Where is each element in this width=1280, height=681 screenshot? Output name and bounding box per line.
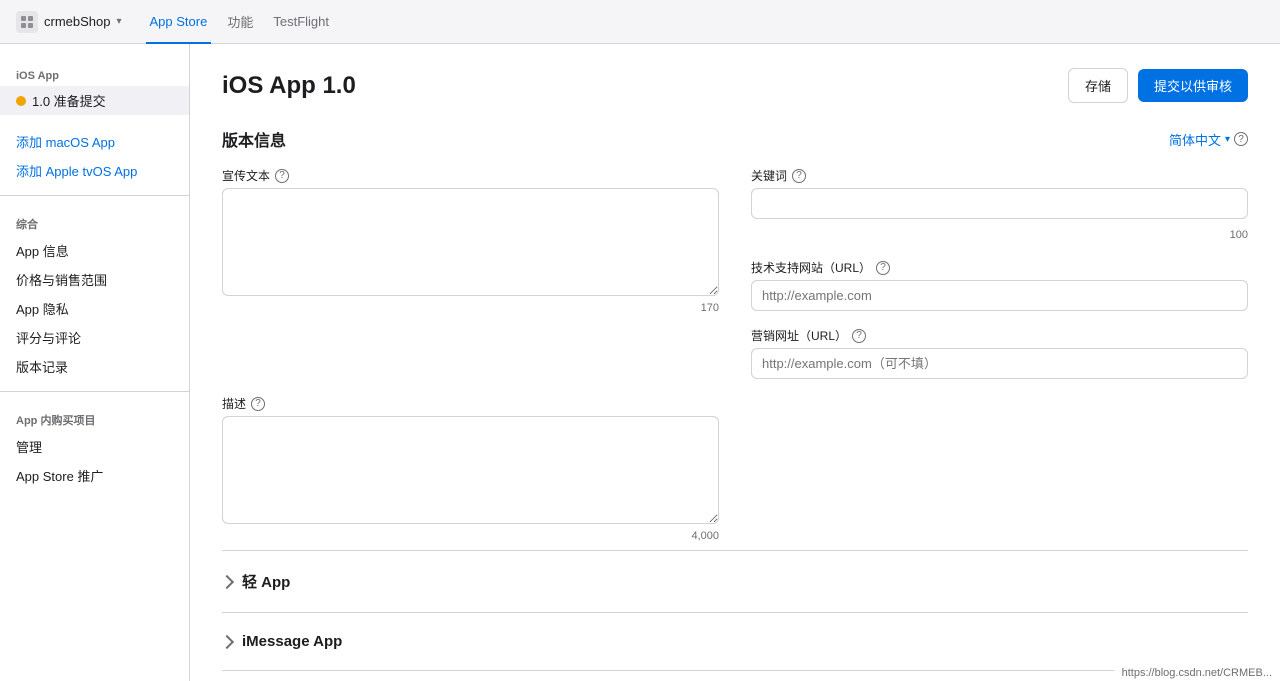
version-info-title: 版本信息	[222, 127, 286, 151]
iap-section-title: App 内购买项目	[0, 402, 189, 432]
add-tvos-link[interactable]: 添加 Apple tvOS App	[0, 156, 189, 185]
imessage-app-label: iMessage App	[242, 633, 342, 650]
collapsible-light-app: 轻 App	[222, 550, 1248, 612]
keywords-input[interactable]	[751, 188, 1248, 219]
version-form: 宣传文本 ? 170 关键词 ? 100	[222, 167, 1248, 542]
layout: iOS App 1.0 准备提交 添加 macOS App 添加 Apple t…	[0, 44, 1280, 681]
version-help-icon[interactable]: ?	[1234, 132, 1248, 146]
language-chevron-icon: ▾	[1225, 134, 1230, 145]
description-group: 描述 ? 4,000	[222, 395, 719, 542]
top-nav: crmebShop ▾ App Store 功能 TestFlight	[0, 0, 1280, 44]
description-input[interactable]	[222, 416, 719, 524]
keywords-label: 关键词 ?	[751, 167, 1248, 184]
main-content: iOS App 1.0 存储 提交以供审核 版本信息 简体中文 ▾ ?	[190, 44, 1280, 681]
status-url: https://blog.csdn.net/CRMEB...	[1122, 667, 1272, 679]
status-bar: https://blog.csdn.net/CRMEB...	[1114, 665, 1280, 681]
sidebar-item-appstore-promo[interactable]: App Store 推广	[0, 461, 189, 490]
sidebar-item-app-info[interactable]: App 信息	[0, 236, 189, 265]
promo-text-group: 宣传文本 ? 170	[222, 167, 719, 379]
tab-features[interactable]: 功能	[223, 0, 257, 44]
sidebar-version-label: 1.0 准备提交	[32, 91, 106, 110]
sidebar-item-privacy[interactable]: App 隐私	[0, 294, 189, 323]
support-url-help-icon[interactable]: ?	[876, 261, 890, 275]
collapsible-imessage-app: iMessage App	[222, 612, 1248, 670]
save-button[interactable]: 存储	[1068, 68, 1128, 103]
sidebar-item-pricing[interactable]: 价格与销售范围	[0, 265, 189, 294]
header-actions: 存储 提交以供审核	[1068, 68, 1248, 103]
imessage-app-chevron-icon	[220, 634, 234, 648]
promo-text-label: 宣传文本 ?	[222, 167, 719, 184]
sidebar-divider-1	[0, 195, 189, 196]
brand-chevron-icon: ▾	[116, 16, 121, 27]
keywords-help-icon[interactable]: ?	[792, 169, 806, 183]
support-url-label: 技术支持网站（URL） ?	[751, 259, 1248, 276]
nav-brand[interactable]: crmebShop ▾	[16, 11, 122, 33]
brand-icon	[16, 11, 38, 33]
sidebar-item-version-history[interactable]: 版本记录	[0, 352, 189, 381]
nav-tabs: App Store 功能 TestFlight	[146, 0, 333, 43]
sidebar: iOS App 1.0 准备提交 添加 macOS App 添加 Apple t…	[0, 44, 190, 681]
sidebar-divider-2	[0, 391, 189, 392]
page-title: iOS App 1.0	[222, 72, 356, 100]
add-macos-link[interactable]: 添加 macOS App	[0, 127, 189, 156]
version-info-header: 版本信息 简体中文 ▾ ?	[222, 127, 1248, 151]
support-url-input[interactable]	[751, 280, 1248, 311]
light-app-header[interactable]: 轻 App	[222, 567, 1248, 596]
right-col-spacer	[751, 395, 1248, 542]
marketing-url-input[interactable]	[751, 348, 1248, 379]
sidebar-version-item[interactable]: 1.0 准备提交	[0, 86, 189, 115]
language-selector[interactable]: 简体中文 ▾ ?	[1169, 130, 1248, 149]
promo-char-count: 170	[222, 302, 719, 314]
sidebar-item-iap-manage[interactable]: 管理	[0, 432, 189, 461]
submit-review-button[interactable]: 提交以供审核	[1138, 69, 1248, 102]
light-app-label: 轻 App	[242, 571, 290, 592]
sidebar-item-ratings[interactable]: 评分与评论	[0, 323, 189, 352]
marketing-url-help-icon[interactable]: ?	[852, 329, 866, 343]
ios-app-section-title: iOS App	[0, 60, 189, 86]
collapsible-apple-watch: Apple Watch	[222, 670, 1248, 681]
version-info-section: 版本信息 简体中文 ▾ ? 宣传文本 ? 170	[222, 127, 1248, 542]
keywords-char-count: 100	[751, 229, 1248, 241]
tab-testflight[interactable]: TestFlight	[269, 0, 333, 44]
brand-label: crmebShop	[44, 14, 110, 29]
imessage-app-header[interactable]: iMessage App	[222, 629, 1248, 654]
language-label: 简体中文	[1169, 130, 1221, 149]
description-char-count: 4,000	[222, 530, 719, 542]
promo-text-input[interactable]	[222, 188, 719, 296]
tab-app-store[interactable]: App Store	[146, 0, 212, 44]
page-header: iOS App 1.0 存储 提交以供审核	[222, 68, 1248, 103]
description-label: 描述 ?	[222, 395, 719, 412]
promo-help-icon[interactable]: ?	[275, 169, 289, 183]
keywords-group: 关键词 ? 100 技术支持网站（URL） ?	[751, 167, 1248, 379]
version-status-dot	[16, 96, 26, 106]
marketing-url-label: 营销网址（URL） ?	[751, 327, 1248, 344]
general-section-title: 综合	[0, 206, 189, 236]
description-help-icon[interactable]: ?	[251, 397, 265, 411]
light-app-chevron-icon	[220, 574, 234, 588]
